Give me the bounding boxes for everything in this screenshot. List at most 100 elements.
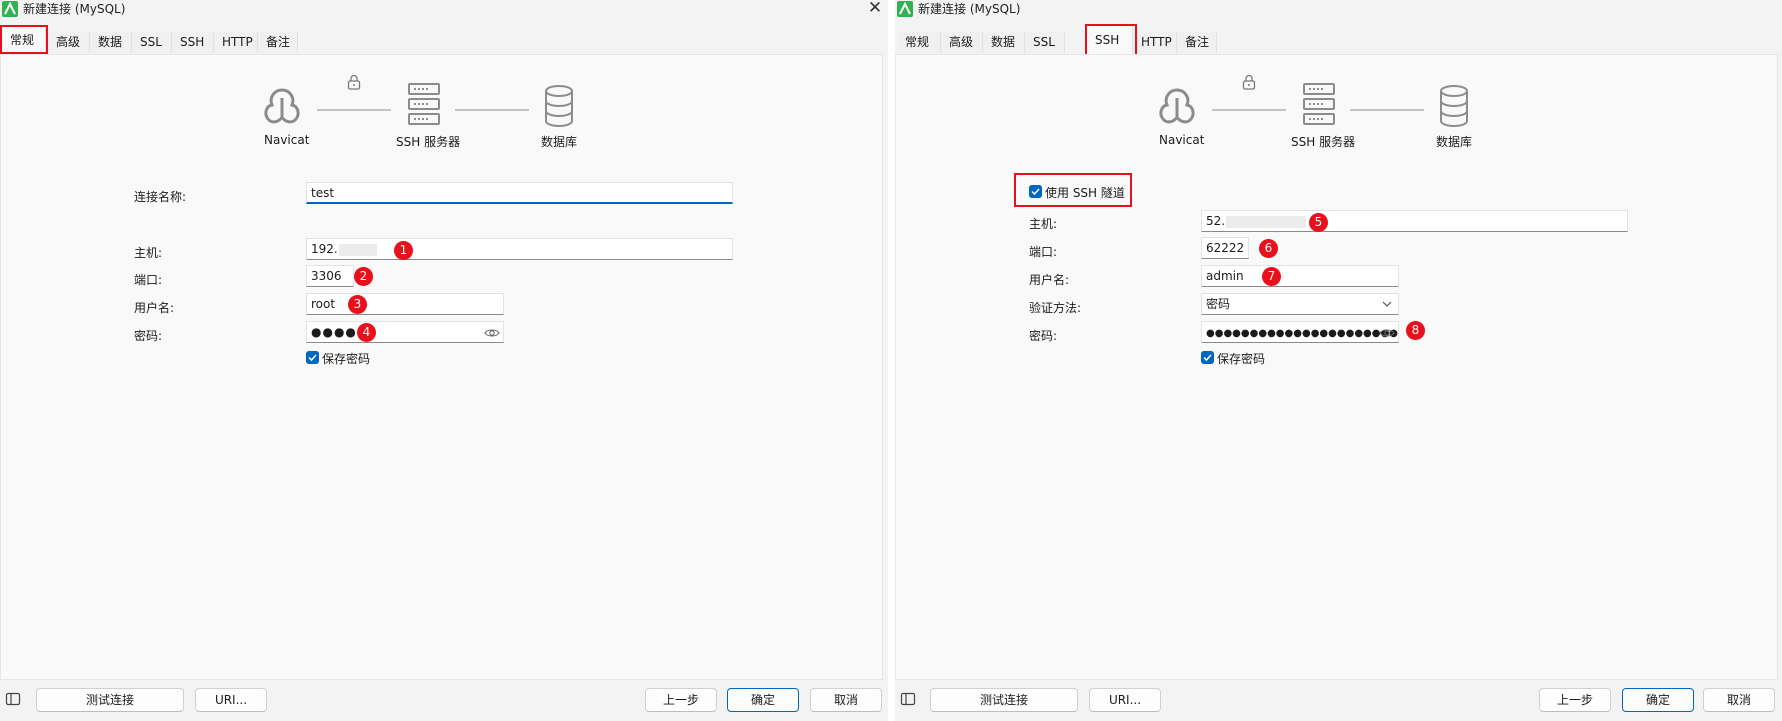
tab-general[interactable]: 常规	[897, 32, 941, 53]
tab-database[interactable]: 数据库	[983, 32, 1025, 70]
annotation-badge: 3	[348, 295, 367, 314]
ssh-port-input[interactable]: 62222	[1201, 237, 1249, 259]
window-gap	[888, 0, 895, 721]
save-password-label: 保存密码	[322, 352, 371, 366]
tab-notes[interactable]: 备注	[258, 32, 298, 53]
password-label: 密码:	[1029, 329, 1058, 343]
chevron-down-icon	[1382, 301, 1392, 307]
save-password-label: 保存密码	[1217, 352, 1266, 366]
ssh-host-input[interactable]: 52.	[1201, 210, 1628, 232]
tab-bar: 常规 高级 数据库 SSL SSH HTTP 备注	[895, 26, 1782, 70]
navicat-logo-icon	[897, 1, 913, 17]
sidebar-toggle-icon[interactable]	[5, 691, 21, 707]
eye-icon[interactable]	[1379, 325, 1395, 341]
ok-button[interactable]: 确定	[1622, 688, 1694, 712]
close-icon: ✕	[867, 0, 883, 18]
checkbox-checked-icon[interactable]	[1201, 351, 1214, 364]
host-label: 主机:	[1029, 217, 1058, 231]
tab-http[interactable]: HTTP	[1133, 32, 1177, 53]
connection-window-general: 新建连接 (MySQL) ✕ 常规 高级 数据库 SSL SSH HTTP 备注…	[0, 0, 888, 721]
connection-window-ssh: 新建连接 (MySQL) 常规 高级 数据库 SSL SSH HTTP 备注 N…	[895, 0, 1782, 721]
host-label: 主机:	[134, 246, 163, 260]
diagram-database-label: 数据库	[541, 135, 578, 149]
annotation-badge: 7	[1262, 267, 1281, 286]
username-input[interactable]: root	[306, 293, 504, 315]
close-button[interactable]: ✕	[866, 0, 884, 17]
annotation-badge: 5	[1309, 213, 1328, 232]
server-icon	[408, 83, 440, 125]
connection-name-label: 连接名称:	[134, 190, 187, 204]
test-connection-button[interactable]: 测试连接	[36, 688, 184, 712]
connection-diagram: Navicat SSH 服务器 数据库	[1146, 74, 1536, 152]
diagram-database-label: 数据库	[1436, 135, 1473, 149]
tab-advanced[interactable]: 高级	[941, 32, 983, 53]
diagram-navicat-label: Navicat	[1159, 133, 1205, 147]
button-bar: 测试连接 URI... 上一步 确定 取消	[895, 680, 1782, 721]
database-icon	[1440, 85, 1468, 127]
cancel-button[interactable]: 取消	[1703, 688, 1775, 712]
lock-icon	[1242, 74, 1256, 90]
diagram-line	[317, 109, 391, 111]
previous-button[interactable]: 上一步	[645, 688, 717, 712]
use-ssh-tunnel-label: 使用 SSH 隧道	[1045, 186, 1125, 200]
tab-ssh[interactable]: SSH	[172, 32, 214, 53]
diagram-ssh-server-label: SSH 服务器	[1291, 135, 1356, 149]
port-label: 端口:	[1029, 245, 1058, 259]
database-icon	[545, 85, 573, 127]
lock-icon	[347, 74, 361, 90]
highlight-tab-general	[0, 25, 48, 54]
host-input[interactable]: 192.	[306, 238, 733, 260]
checkbox-checked-icon[interactable]	[306, 351, 319, 364]
diagram-line	[1212, 109, 1286, 111]
diagram-line	[1350, 109, 1424, 111]
tab-database[interactable]: 数据库	[90, 32, 132, 70]
title-bar: 新建连接 (MySQL) ✕	[0, 0, 888, 20]
connection-name-input[interactable]: test	[306, 182, 733, 204]
annotation-badge: 6	[1259, 239, 1278, 258]
highlight-tab-ssh	[1085, 24, 1137, 56]
general-panel: Navicat SSH 服务器 数据库 连接名称: test 主机: 192. …	[0, 54, 883, 680]
uri-button[interactable]: URI...	[1089, 688, 1161, 712]
diagram-ssh-server-label: SSH 服务器	[396, 135, 461, 149]
annotation-badge: 2	[354, 267, 373, 286]
ok-button[interactable]: 确定	[727, 688, 799, 712]
uri-button[interactable]: URI...	[195, 688, 267, 712]
test-connection-button[interactable]: 测试连接	[930, 688, 1078, 712]
checkbox-checked-icon[interactable]	[1029, 185, 1042, 198]
connection-diagram: Navicat SSH 服务器 数据库	[251, 74, 641, 152]
button-bar: 测试连接 URI... 上一步 确定 取消	[0, 680, 888, 721]
title-bar: 新建连接 (MySQL)	[895, 0, 1782, 20]
port-label: 端口:	[134, 273, 163, 287]
navicat-seal-icon	[264, 88, 300, 124]
annotation-badge: 1	[394, 241, 413, 260]
annotation-badge: 4	[357, 323, 376, 342]
window-title: 新建连接 (MySQL)	[23, 2, 126, 16]
window-title: 新建连接 (MySQL)	[918, 2, 1021, 16]
server-icon	[1303, 83, 1335, 125]
tab-bar: 常规 高级 数据库 SSL SSH HTTP 备注	[0, 26, 888, 70]
navicat-seal-icon	[1159, 88, 1195, 124]
username-label: 用户名:	[134, 301, 175, 315]
ssh-password-input[interactable]: ●●●●●●●●●●●●●●●●●●●●●●●●	[1201, 321, 1399, 343]
username-label: 用户名:	[1029, 273, 1070, 287]
tab-advanced[interactable]: 高级	[48, 32, 90, 53]
cancel-button[interactable]: 取消	[810, 688, 882, 712]
sidebar-toggle-icon[interactable]	[900, 691, 916, 707]
tab-ssl[interactable]: SSL	[132, 32, 172, 53]
tab-http[interactable]: HTTP	[214, 32, 258, 53]
diagram-navicat-label: Navicat	[264, 133, 310, 147]
navicat-logo-icon	[2, 1, 18, 17]
port-input[interactable]: 3306	[306, 265, 354, 287]
password-label: 密码:	[134, 329, 163, 343]
eye-icon[interactable]	[484, 325, 500, 341]
ssh-panel: Navicat SSH 服务器 数据库 使用 SSH 隧道 主机: 52. 端口…	[895, 54, 1778, 680]
previous-button[interactable]: 上一步	[1539, 688, 1611, 712]
ssh-username-input[interactable]: admin	[1201, 265, 1399, 287]
diagram-line	[455, 109, 529, 111]
password-input[interactable]: ●●●●●	[306, 321, 504, 343]
tab-notes[interactable]: 备注	[1177, 32, 1217, 53]
auth-method-label: 验证方法:	[1029, 301, 1082, 315]
tab-ssl[interactable]: SSL	[1025, 32, 1065, 53]
auth-method-select[interactable]: 密码	[1201, 293, 1399, 315]
annotation-badge: 8	[1406, 321, 1425, 340]
